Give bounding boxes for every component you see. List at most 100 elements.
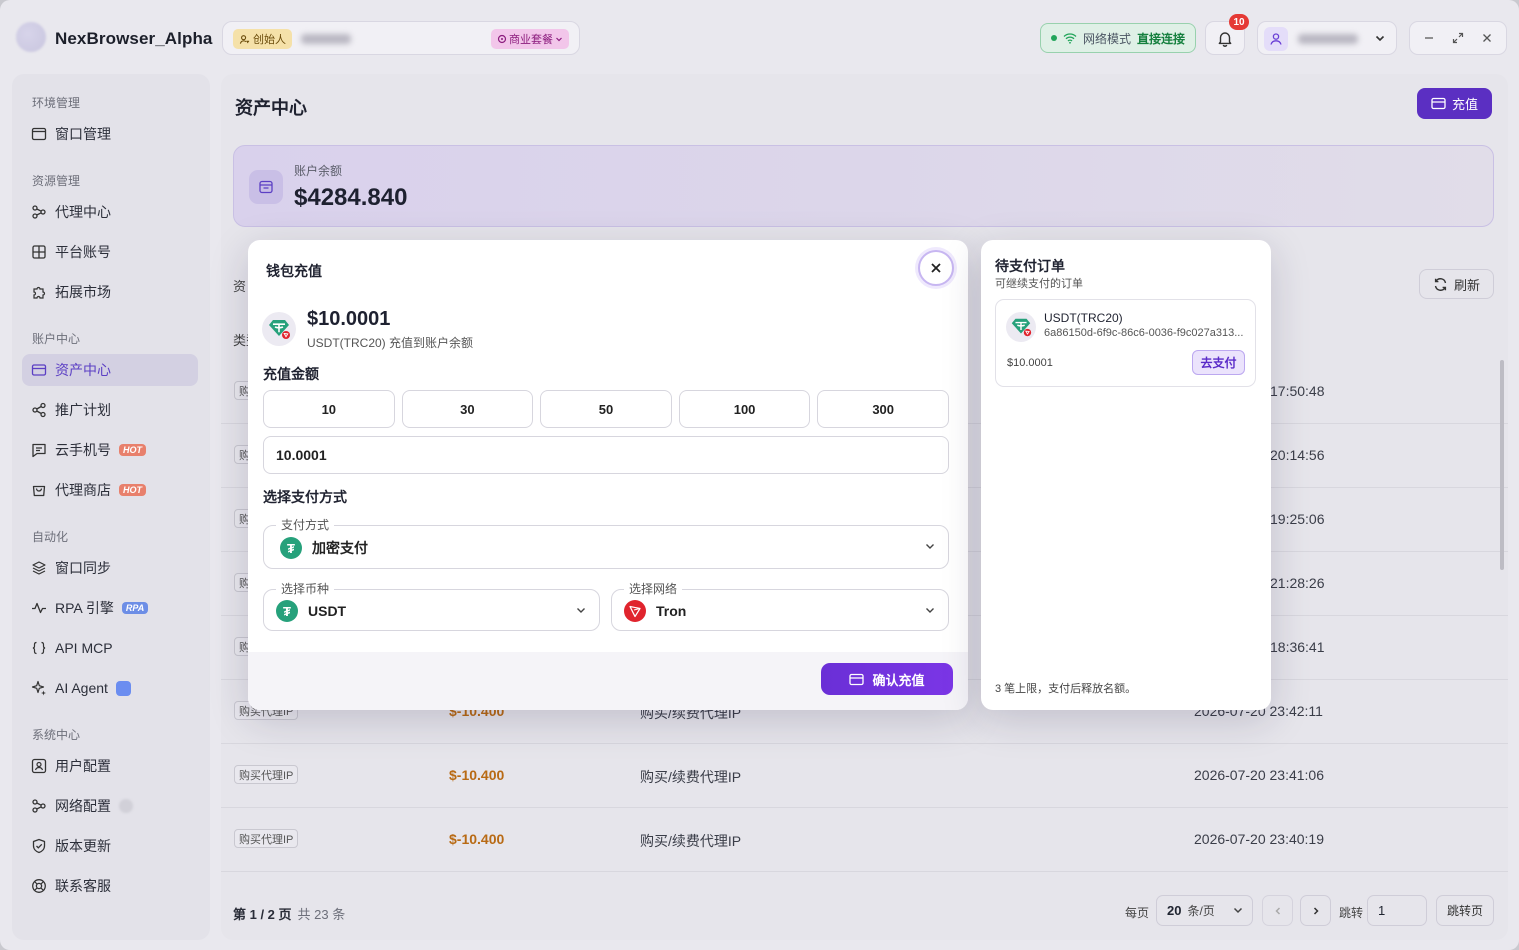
chevron-right-icon: [1313, 906, 1319, 915]
preset-amount-button[interactable]: 300: [817, 390, 949, 428]
total-count: 共 23 条: [297, 907, 346, 922]
sidebar-item-label: 用户配置: [55, 758, 111, 774]
sidebar-item-window-sync[interactable]: 窗口同步: [22, 552, 198, 584]
pending-orders-subtitle: 可继续支付的订单: [995, 278, 1083, 290]
payment-method-value: 加密支付: [312, 540, 368, 556]
sidebar-item-user-config[interactable]: 用户配置: [22, 750, 198, 782]
payment-method-label: 支付方式: [276, 516, 335, 533]
preset-amount-button[interactable]: 10: [263, 390, 395, 428]
avatar: [1264, 27, 1288, 51]
status-dot: [1051, 35, 1057, 41]
recharge-button[interactable]: 充值: [1417, 88, 1492, 119]
maximize-button[interactable]: [1446, 26, 1470, 50]
tron-icon: [624, 600, 646, 622]
shield-icon: [32, 838, 46, 854]
prev-page-button[interactable]: [1262, 895, 1293, 926]
sidebar-item-label: AI Agent: [55, 680, 108, 696]
sidebar-item-label: 代理商店: [55, 482, 111, 498]
sidebar-item-api-mcp[interactable]: API MCP: [22, 632, 198, 664]
sidebar-item-label: 联系客服: [55, 878, 111, 894]
page-size-select[interactable]: 20 条/页: [1156, 895, 1253, 926]
preset-amount-button[interactable]: 30: [401, 390, 534, 428]
coin-value-wrap: ₮ USDT: [276, 600, 346, 622]
row-type-tag: 购买代理IP: [234, 765, 299, 784]
hot-tag: HOT: [119, 444, 146, 456]
section-heading-fragment: 资: [233, 279, 247, 294]
go-pay-button[interactable]: 去支付: [1192, 350, 1245, 375]
jump-page-input[interactable]: 1: [1367, 895, 1427, 926]
jump-page-button[interactable]: 跳转页: [1436, 895, 1494, 926]
confirm-recharge-button[interactable]: 确认充值: [821, 663, 953, 695]
preset-amount-button[interactable]: 100: [678, 390, 811, 428]
sidebar-item-extension-market[interactable]: 拓展市场: [22, 276, 198, 308]
row-type-tag: 购买代理IP: [234, 829, 299, 848]
sidebar-item-network-config[interactable]: 网络配置: [22, 790, 198, 822]
card-icon: [849, 673, 865, 685]
coin-select[interactable]: 选择币种 ₮ USDT: [263, 580, 600, 631]
user-plan-pill[interactable]: 创始人 商业套餐: [222, 21, 580, 55]
amount-presets: 10 30 50 100 300: [263, 390, 949, 428]
sidebar-item-label: 资产中心: [55, 362, 111, 378]
next-page-button[interactable]: [1300, 895, 1331, 926]
row-amount: $-10.400: [449, 767, 505, 783]
sidebar-item-ai-agent[interactable]: AI Agent: [22, 672, 198, 704]
row-description: 购买/续费代理IP: [640, 769, 742, 785]
sidebar-item-platform-accounts[interactable]: 平台账号: [22, 236, 198, 268]
sidebar-item-rpa-engine[interactable]: RPA 引擎 RPA: [22, 592, 198, 624]
usdt-icon: ₮: [276, 600, 298, 622]
network-select[interactable]: 选择网络 Tron: [611, 580, 949, 631]
table-scrollbar[interactable]: [1500, 360, 1504, 570]
chevron-left-icon: [1274, 906, 1280, 915]
braces-icon: [32, 641, 46, 655]
refresh-button-label: 刷新: [1453, 277, 1480, 293]
sidebar-item-asset-center[interactable]: 资产中心: [22, 354, 198, 386]
sparkle-icon: [31, 680, 46, 696]
row-time: 18:36:41: [1270, 639, 1325, 655]
preset-amount-button[interactable]: 50: [540, 390, 672, 428]
sidebar-item-proxy-center[interactable]: 代理中心: [22, 196, 198, 228]
close-icon: [931, 263, 941, 273]
payment-section-label: 选择支付方式: [263, 489, 347, 505]
network-value-wrap: Tron: [624, 600, 686, 622]
user-key-icon: [239, 34, 250, 44]
close-window-button[interactable]: [1475, 26, 1499, 50]
jump-label: 跳转: [1339, 906, 1364, 920]
pagination: 第 1 / 2 页共 23 条 每页 20 条/页 跳转 1 跳转页: [221, 892, 1508, 930]
page-indicator: 第 1 / 2 页: [233, 907, 292, 922]
app-window: NexBrowser_Alpha 创始人 商业套餐 网络模式 直接连接 10 环…: [0, 0, 1519, 950]
activity-icon: [32, 602, 46, 614]
amount-input[interactable]: 10.0001: [263, 436, 949, 474]
account-menu-button[interactable]: [1257, 21, 1397, 55]
dialog-title: 钱包充值: [266, 263, 322, 279]
network-mode-pill[interactable]: 网络模式 直接连接: [1040, 23, 1196, 53]
dialog-close-button[interactable]: [918, 250, 954, 286]
sidebar-section-env: 环境管理: [32, 96, 81, 110]
shop-icon: [32, 485, 46, 497]
sidebar-item-label: 版本更新: [55, 838, 111, 854]
bell-icon: [1218, 31, 1232, 47]
network-icon: [32, 799, 46, 813]
sidebar-item-cloud-phone[interactable]: 云手机号 HOT: [22, 434, 198, 466]
sidebar-item-proxy-shop[interactable]: 代理商店 HOT: [22, 474, 198, 506]
sidebar-item-window-management[interactable]: 窗口管理: [22, 118, 198, 150]
blurred-username: [301, 34, 351, 44]
founder-badge-label: 创始人: [253, 34, 286, 46]
order-currency: USDT(TRC20): [1044, 311, 1123, 325]
payment-method-select[interactable]: 支付方式 ₮ 加密支付: [263, 516, 949, 569]
sidebar-item-version-update[interactable]: 版本更新: [22, 830, 198, 862]
balance-card: 账户余额 $4284.840: [233, 145, 1494, 227]
order-amount: $10.0001: [1007, 357, 1053, 369]
sidebar-item-label: 推广计划: [55, 402, 111, 418]
sidebar: 环境管理 窗口管理 资源管理 代理中心 平台账号 拓展市场 账户中心 资产中心 …: [12, 74, 210, 940]
sidebar-item-referral[interactable]: 推广计划: [22, 394, 198, 426]
network-value: Tron: [656, 603, 687, 619]
refresh-button[interactable]: 刷新: [1419, 269, 1494, 299]
row-amount: $-10.400: [449, 831, 505, 847]
sidebar-section-resources: 资源管理: [32, 174, 81, 188]
plan-badge[interactable]: 商业套餐: [491, 29, 569, 49]
page-size-unit: 条/页: [1187, 904, 1215, 918]
hot-tag: HOT: [119, 484, 146, 496]
sidebar-item-support[interactable]: 联系客服: [22, 870, 198, 902]
puzzle-icon: [33, 286, 46, 299]
minimize-button[interactable]: [1417, 26, 1441, 50]
